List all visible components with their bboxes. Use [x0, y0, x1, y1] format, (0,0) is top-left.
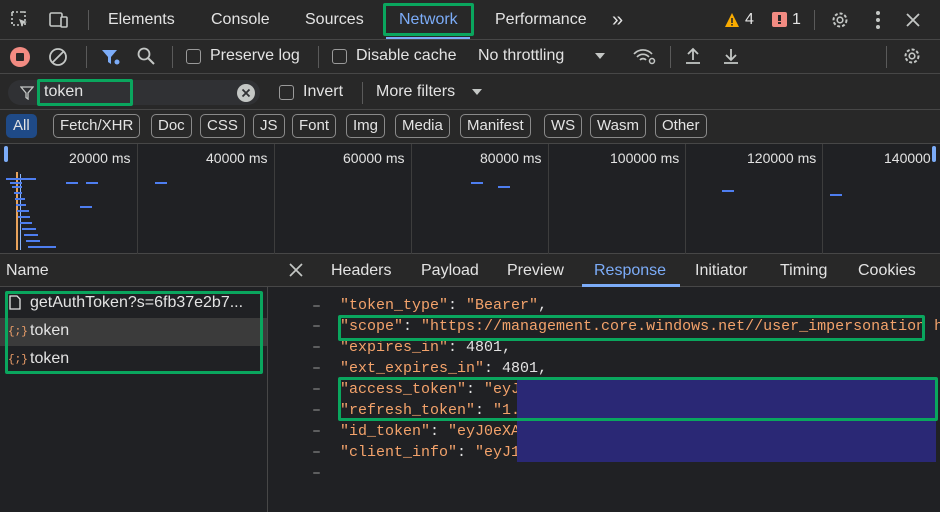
- chip-manifest[interactable]: Manifest: [460, 114, 531, 138]
- search-icon[interactable]: [136, 46, 156, 66]
- disable-cache-checkbox[interactable]: [332, 49, 347, 64]
- redaction-block: [517, 380, 936, 420]
- tab-headers[interactable]: Headers: [331, 262, 391, 280]
- chip-wasm[interactable]: Wasm: [590, 114, 646, 138]
- network-conditions-icon[interactable]: [632, 46, 656, 66]
- more-tabs-icon[interactable]: »: [612, 0, 623, 40]
- response-line: "expires_in": 4801,: [340, 339, 512, 356]
- clear-icon[interactable]: [48, 47, 68, 67]
- tab-performance[interactable]: Performance: [495, 0, 587, 40]
- tab-elements[interactable]: Elements: [108, 0, 175, 40]
- disable-cache-label: Disable cache: [356, 47, 457, 64]
- close-detail-icon[interactable]: [289, 263, 303, 277]
- response-line: "id_token": "eyJ0eXA: [340, 423, 521, 440]
- chip-js[interactable]: JS: [253, 114, 285, 138]
- json-icon: {;}: [8, 326, 28, 338]
- chip-doc[interactable]: Doc: [151, 114, 192, 138]
- tab-preview[interactable]: Preview: [507, 262, 564, 280]
- record-stop-icon[interactable]: [10, 47, 30, 67]
- request-list-panel: [0, 254, 268, 512]
- chip-media[interactable]: Media: [395, 114, 450, 138]
- chip-fetch-xhr[interactable]: Fetch/XHR: [53, 114, 141, 138]
- invert-checkbox[interactable]: [279, 85, 294, 100]
- chip-font[interactable]: Font: [292, 114, 337, 138]
- tab-sources[interactable]: Sources: [305, 0, 364, 40]
- network-settings-gear-icon[interactable]: [902, 46, 922, 66]
- redaction-block: [517, 420, 936, 462]
- response-line: "token_type": "Bearer",: [340, 297, 548, 314]
- tab-network[interactable]: Network: [399, 0, 458, 40]
- name-column-header[interactable]: Name: [6, 262, 49, 280]
- chevron-down-icon[interactable]: [595, 53, 605, 59]
- tab-initiator[interactable]: Initiator: [695, 262, 747, 280]
- response-line: "access_token": "eyJ: [340, 381, 521, 398]
- filter-icon[interactable]: [100, 47, 120, 67]
- filter-input[interactable]: token: [44, 83, 83, 101]
- upload-har-icon[interactable]: [684, 46, 702, 66]
- more-options-icon[interactable]: [876, 11, 880, 29]
- throttling-select[interactable]: No throttling: [478, 47, 564, 65]
- clear-filter-icon[interactable]: [237, 84, 255, 102]
- download-har-icon[interactable]: [722, 46, 740, 66]
- response-line: "client_info": "eyJ1: [340, 444, 521, 461]
- tab-response-underline: [582, 284, 680, 287]
- tab-console[interactable]: Console: [211, 0, 270, 40]
- preserve-log-label: Preserve log: [210, 47, 300, 64]
- invert-label: Invert: [303, 83, 344, 100]
- tab-network-underline: [386, 37, 470, 39]
- more-filters-dropdown[interactable]: More filters: [376, 83, 455, 101]
- chip-all[interactable]: All: [6, 114, 37, 138]
- timeline-waterfall: [0, 144, 940, 254]
- inspect-element-icon[interactable]: [10, 10, 30, 30]
- close-icon[interactable]: [905, 12, 921, 28]
- response-line: "ext_expires_in": 4801,: [340, 360, 548, 377]
- response-line: "scope": "https://management.core.window…: [340, 318, 940, 335]
- funnel-icon: [19, 86, 35, 101]
- preserve-log-checkbox[interactable]: [186, 49, 201, 64]
- settings-gear-icon[interactable]: [830, 10, 850, 30]
- chip-ws[interactable]: WS: [544, 114, 583, 138]
- error-icon[interactable]: [772, 12, 787, 27]
- tab-payload[interactable]: Payload: [421, 262, 479, 280]
- errors-count: 1: [792, 11, 801, 28]
- warning-icon[interactable]: [724, 12, 740, 28]
- request-row-token[interactable]: token: [30, 350, 69, 368]
- tab-response[interactable]: Response: [594, 262, 666, 280]
- tab-cookies[interactable]: Cookies: [858, 262, 916, 280]
- tab-timing[interactable]: Timing: [780, 262, 827, 280]
- chip-other[interactable]: Other: [655, 114, 707, 138]
- more-filters-chevron-icon[interactable]: [472, 89, 482, 95]
- request-row-token[interactable]: token: [30, 322, 69, 340]
- response-line: "refresh_token": "1.: [340, 402, 521, 419]
- warnings-count: 4: [745, 11, 754, 28]
- chip-img[interactable]: Img: [346, 114, 386, 138]
- request-row-getauthtoken[interactable]: getAuthToken?s=6fb37e2b7...: [30, 294, 243, 312]
- device-toolbar-icon[interactable]: [48, 10, 70, 30]
- document-icon: [9, 295, 21, 310]
- chip-css[interactable]: CSS: [200, 114, 245, 138]
- json-icon: {;}: [8, 354, 28, 366]
